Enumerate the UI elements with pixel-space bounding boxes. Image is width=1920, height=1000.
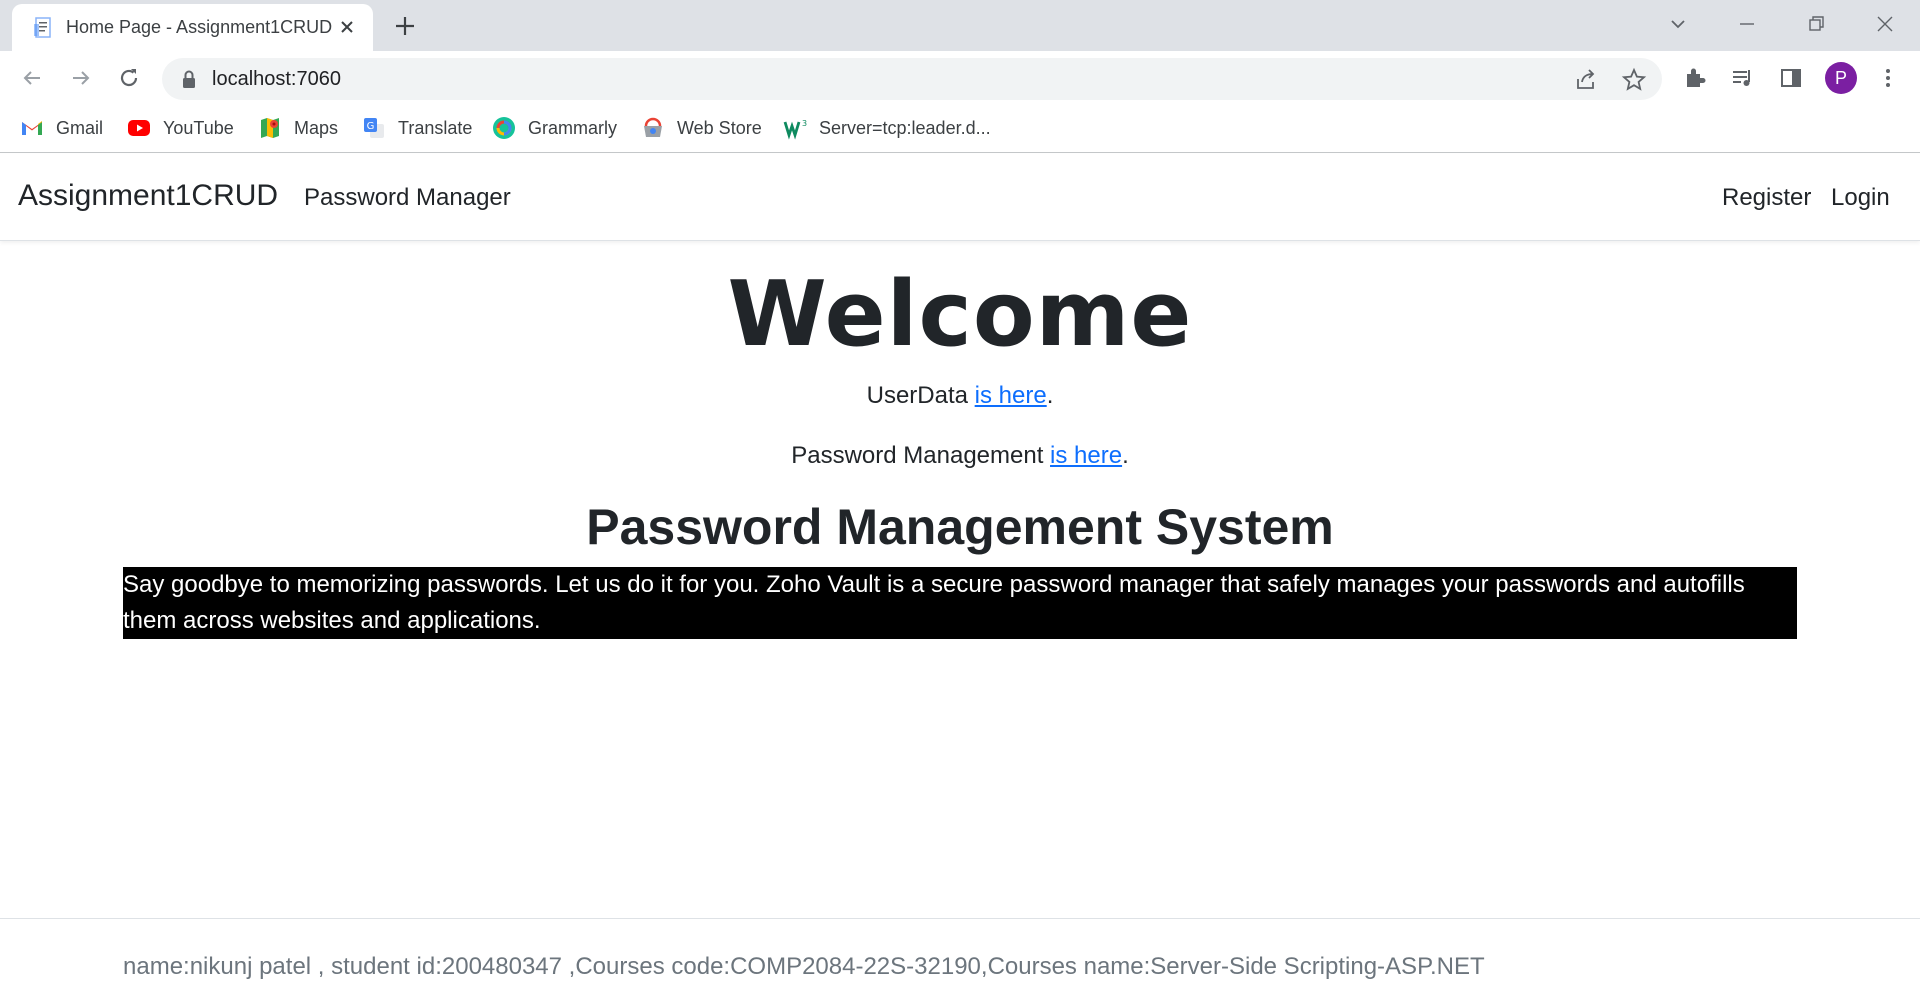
webstore-icon [644,117,662,137]
description-box: Say goodbye to memorizing passwords. Let… [123,567,1797,639]
lock-icon[interactable] [180,69,198,89]
minimize-icon[interactable] [1733,10,1761,38]
window-close-icon[interactable] [1871,10,1899,38]
url-text[interactable]: localhost:7060 [212,68,341,91]
nav-password-manager[interactable]: Password Manager [304,184,511,212]
reload-icon[interactable] [115,64,143,92]
profile-avatar[interactable]: P [1825,62,1857,94]
userdata-paragraph: UserData is here. [0,382,1920,410]
back-icon[interactable] [18,64,46,92]
userdata-period: . [1046,382,1054,409]
svg-text:3: 3 [802,119,807,128]
grammarly-icon [493,117,515,139]
bookmark-webstore[interactable]: Web Store [641,115,762,141]
tab-strip: Home Page - Assignment1CRUD [0,0,1920,51]
gmail-icon [22,121,42,135]
system-heading: Password Management System [586,499,1334,555]
close-icon[interactable] [336,16,358,38]
extensions-icon[interactable] [1681,64,1709,92]
menu-kebab-icon[interactable] [1874,64,1902,92]
svg-text:G: G [367,121,375,132]
bookmark-grammarly[interactable]: Grammarly [492,115,617,141]
bookmark-star-icon[interactable] [1621,67,1647,93]
tab-search-icon[interactable] [1664,10,1692,38]
brand-link[interactable]: Assignment1CRUD [18,179,278,213]
password-management-text: Password Management [791,442,1051,469]
server-icon: 3 [783,119,807,140]
password-management-paragraph: Password Management is here. [0,442,1920,470]
address-bar[interactable]: localhost:7060 [162,58,1662,100]
bookmark-server[interactable]: 3 Server=tcp:leader.d... [783,115,991,141]
site-navbar: Assignment1CRUD Password Manager Registe… [0,154,1920,241]
share-icon[interactable] [1573,67,1599,93]
bookmarks-bar: Gmail YouTube Maps G Translate Grammarly… [0,105,1920,153]
userdata-text: UserData [866,382,975,409]
restore-icon[interactable] [1802,10,1830,38]
bookmark-youtube[interactable]: YouTube [127,115,234,141]
userdata-link[interactable]: is here [975,382,1047,409]
browser-toolbar: localhost:7060 P [0,51,1920,105]
nav-register[interactable]: Register [1722,184,1811,212]
new-tab-icon[interactable] [392,13,418,39]
tab-title: Home Page - Assignment1CRUD [66,17,333,37]
footer-text: name:nikunj patel , student id:200480347… [123,953,1485,980]
bookmark-translate[interactable]: G Translate [362,115,472,141]
nav-login[interactable]: Login [1831,184,1890,212]
page-favicon-icon [34,17,51,38]
forward-icon[interactable] [67,64,95,92]
bookmark-maps[interactable]: Maps [258,115,338,141]
youtube-icon [128,120,150,136]
media-queue-icon[interactable] [1729,64,1757,92]
page-footer: name:nikunj patel , student id:200480347… [0,918,1920,1000]
browser-tab[interactable]: Home Page - Assignment1CRUD [12,4,373,51]
translate-icon: G [364,118,384,138]
bookmark-gmail[interactable]: Gmail [20,115,103,141]
password-management-period: . [1122,442,1129,469]
password-management-link[interactable]: is here [1050,442,1122,469]
side-panel-icon[interactable] [1777,64,1805,92]
maps-icon [261,118,279,138]
welcome-heading: Welcome [727,262,1193,367]
